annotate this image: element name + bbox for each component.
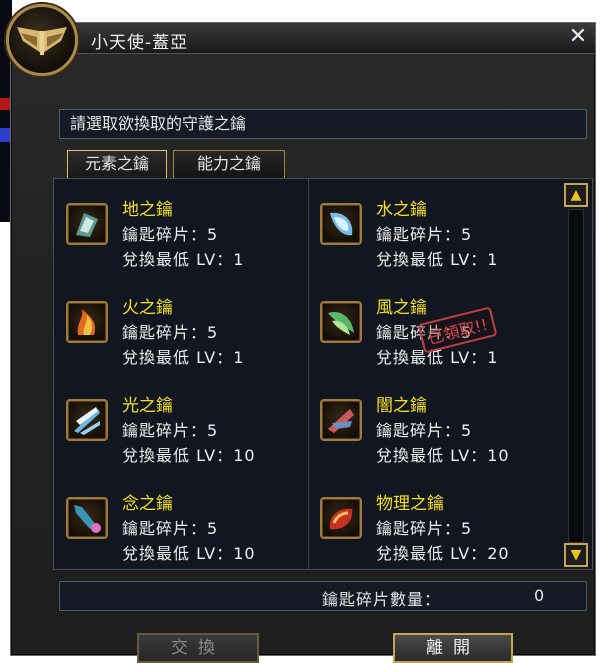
key-fragments: 鑰匙碎片：5: [122, 225, 219, 244]
fragment-count-label: 鑰匙碎片數量：: [322, 590, 442, 609]
key-name: 風之鑰: [376, 298, 427, 318]
title-bar[interactable]: 小天使-蓋亞 ✕: [11, 23, 595, 54]
key-name: 光之鑰: [122, 396, 173, 416]
earth-key-icon: [66, 203, 108, 245]
key-item-wind[interactable]: 風之鑰 鑰匙碎片：5 兌換最低 LV：1 已領取!!: [308, 283, 548, 367]
leave-button[interactable]: 離開: [393, 633, 513, 663]
key-min-level: 兌換最低 LV：20: [376, 544, 510, 563]
key-min-level: 兌換最低 LV：10: [376, 446, 510, 465]
key-item-light[interactable]: 光之鑰 鑰匙碎片：5 兌換最低 LV：10: [54, 381, 294, 465]
exchange-button[interactable]: 交換: [137, 633, 259, 663]
key-min-level: 兌換最低 LV：1: [122, 348, 245, 367]
key-item-earth[interactable]: 地之鑰 鑰匙碎片：5 兌換最低 LV：1: [54, 185, 294, 269]
fragment-count-bar: 鑰匙碎片數量： 0: [59, 581, 587, 611]
tab-ability-keys[interactable]: 能力之鑰: [173, 150, 285, 178]
key-min-level: 兌換最低 LV：10: [122, 446, 256, 465]
key-min-level: 兌換最低 LV：1: [376, 250, 499, 269]
key-item-water[interactable]: 水之鑰 鑰匙碎片：5 兌換最低 LV：1: [308, 185, 548, 269]
key-fragments: 鑰匙碎片：5: [122, 323, 219, 342]
scroll-down-icon[interactable]: ▼: [564, 543, 588, 567]
key-item-mind[interactable]: 念之鑰 鑰匙碎片：5 兌換最低 LV：10: [54, 479, 294, 563]
physical-key-icon: [320, 497, 362, 539]
key-name: 念之鑰: [122, 494, 173, 514]
light-key-icon: [66, 399, 108, 441]
water-key-icon: [320, 203, 362, 245]
mind-key-icon: [66, 497, 108, 539]
wind-key-icon: [320, 301, 362, 343]
key-name: 物理之鑰: [376, 494, 444, 514]
exchange-window: 小天使-蓋亞 ✕ 請選取欲換取的守護之鑰 元素之鑰 能力之鑰 地之鑰 鑰匙碎片：…: [10, 22, 596, 663]
window-title: 小天使-蓋亞: [91, 33, 189, 53]
key-fragments: 鑰匙碎片：5: [376, 225, 473, 244]
key-list-panel: 地之鑰 鑰匙碎片：5 兌換最低 LV：1 火之鑰 鑰匙碎片：5 兌換最低 LV：…: [53, 178, 593, 570]
key-name: 闇之鑰: [376, 396, 427, 416]
key-item-dark[interactable]: 闇之鑰 鑰匙碎片：5 兌換最低 LV：10: [308, 381, 548, 465]
instruction-text: 請選取欲換取的守護之鑰: [59, 109, 587, 139]
scrollbar[interactable]: ▲ ▼: [564, 183, 588, 567]
key-min-level: 兌換最低 LV：1: [122, 250, 245, 269]
key-name: 火之鑰: [122, 298, 173, 318]
key-fragments: 鑰匙碎片：5: [376, 421, 473, 440]
key-min-level: 兌換最低 LV：10: [122, 544, 256, 563]
fragment-count-value: 0: [534, 586, 545, 605]
key-fragments: 鑰匙碎片：5: [122, 519, 219, 538]
dark-key-icon: [320, 399, 362, 441]
key-item-physical[interactable]: 物理之鑰 鑰匙碎片：5 兌換最低 LV：20: [308, 479, 548, 563]
key-fragments: 鑰匙碎片：5: [376, 519, 473, 538]
scroll-track[interactable]: [568, 209, 584, 543]
fire-key-icon: [66, 301, 108, 343]
key-name: 水之鑰: [376, 200, 427, 220]
key-fragments: 鑰匙碎片：5: [122, 421, 219, 440]
key-item-fire[interactable]: 火之鑰 鑰匙碎片：5 兌換最低 LV：1: [54, 283, 294, 367]
close-icon[interactable]: ✕: [567, 26, 589, 48]
wings-emblem-icon: [6, 4, 78, 76]
scroll-up-icon[interactable]: ▲: [564, 183, 588, 207]
key-name: 地之鑰: [122, 200, 173, 220]
tab-element-keys[interactable]: 元素之鑰: [67, 150, 167, 178]
